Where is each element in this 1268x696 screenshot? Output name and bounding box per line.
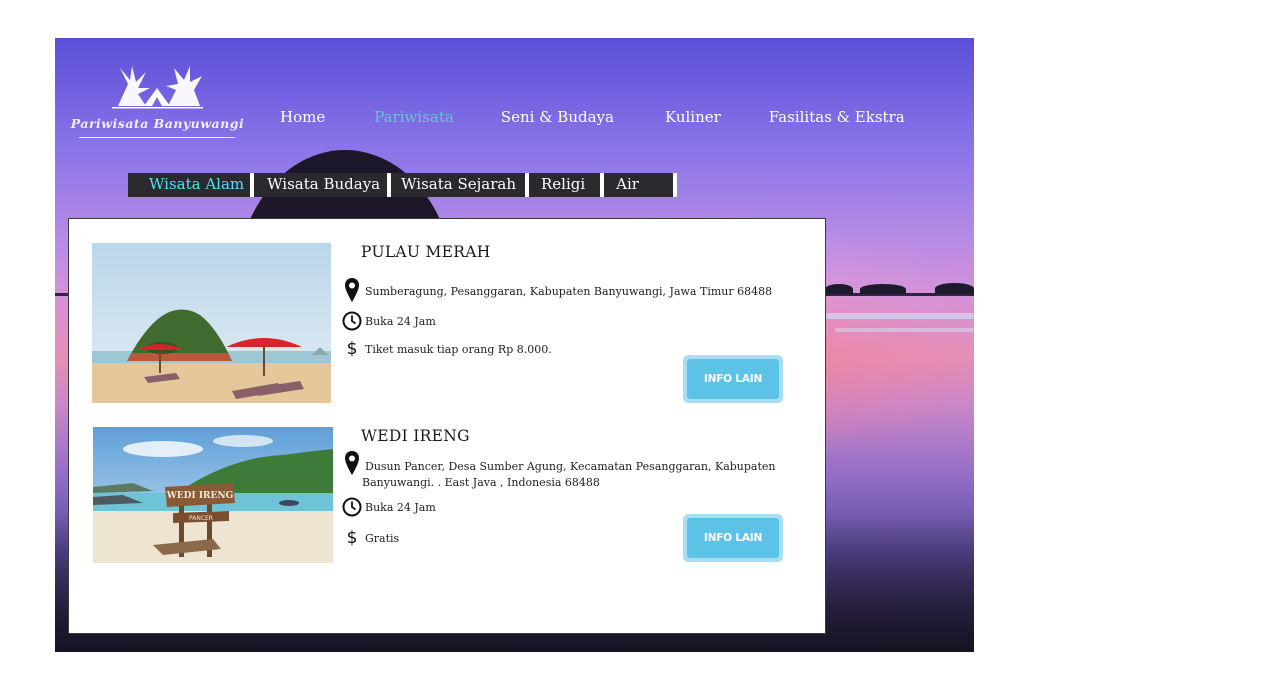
islet xyxy=(825,284,853,294)
nav-kuliner[interactable]: Kuliner xyxy=(665,108,721,130)
subnav-wisata-alam[interactable]: Wisata Alam xyxy=(128,173,255,197)
palm-tent-logo-icon xyxy=(112,66,203,109)
clock-icon xyxy=(341,311,363,331)
place-address: Dusun Pancer, Desa Sumber Agung, Kecamat… xyxy=(362,460,776,489)
clock-icon xyxy=(341,497,363,517)
hours-row: Buka 24 Jam xyxy=(341,497,436,517)
nav-fasilitas-ekstra[interactable]: Fasilitas & Ekstra xyxy=(769,108,905,130)
hours-row: Buka 24 Jam xyxy=(341,311,436,331)
place-ticket: Gratis xyxy=(365,532,400,545)
place-hours: Buka 24 Jam xyxy=(365,501,436,514)
subnav-wisata-sejarah[interactable]: Wisata Sejarah xyxy=(391,173,529,197)
ticket-row: $ Tiket masuk tiap orang Rp 8.000. xyxy=(341,339,552,359)
map-pin-icon xyxy=(341,277,363,303)
info-lain-button[interactable]: INFO LAIN xyxy=(683,355,783,403)
dollar-icon: $ xyxy=(346,528,358,548)
place-ticket: Tiket masuk tiap orang Rp 8.000. xyxy=(365,343,552,356)
subnav-religi[interactable]: Religi xyxy=(529,173,605,197)
subnav-air[interactable]: Air xyxy=(604,173,677,197)
place-hours: Buka 24 Jam xyxy=(365,315,436,328)
info-lain-label: INFO LAIN xyxy=(687,359,779,399)
hero-background: Pariwisata Banyuwangi Home Pariwisata Se… xyxy=(55,38,974,652)
wedi-ireng-photo: WEDI IRENG PANCER xyxy=(93,427,333,563)
site-logo[interactable]: Pariwisata Banyuwangi xyxy=(65,66,250,142)
logo-text: Pariwisata Banyuwangi xyxy=(70,116,245,131)
info-lain-label: INFO LAIN xyxy=(687,518,779,558)
nav-pariwisata[interactable]: Pariwisata xyxy=(374,108,454,130)
sign-text: WEDI IRENG xyxy=(166,491,234,501)
place-address: Sumberagung, Pesanggaran, Kabupaten Bany… xyxy=(365,285,773,298)
address-row: Sumberagung, Pesanggaran, Kabupaten Bany… xyxy=(341,277,772,303)
address-row: Dusun Pancer, Desa Sumber Agung, Kecamat… xyxy=(341,450,792,491)
nav-home[interactable]: Home xyxy=(280,108,325,130)
main-nav: Home Pariwisata Seni & Budaya Kuliner Fa… xyxy=(280,108,905,130)
dollar-icon: $ xyxy=(346,339,358,359)
content-panel: PULAU MERAH Sumberagung, Pesanggaran, Ka… xyxy=(68,218,826,634)
islet xyxy=(935,283,974,294)
ticket-row: $ Gratis xyxy=(341,528,400,548)
sign-subtext: PANCER xyxy=(189,515,213,522)
islet xyxy=(860,284,906,294)
sub-nav: Wisata Alam Wisata Budaya Wisata Sejarah… xyxy=(128,173,677,197)
place-title: WEDI IRENG xyxy=(361,427,470,445)
logo-underline xyxy=(79,137,235,138)
nav-seni-budaya[interactable]: Seni & Budaya xyxy=(501,108,614,130)
surf-line xyxy=(835,328,974,332)
pulau-merah-photo xyxy=(92,243,331,403)
subnav-wisata-budaya[interactable]: Wisata Budaya xyxy=(254,173,392,197)
info-lain-button[interactable]: INFO LAIN xyxy=(683,514,783,562)
place-title: PULAU MERAH xyxy=(361,243,491,261)
